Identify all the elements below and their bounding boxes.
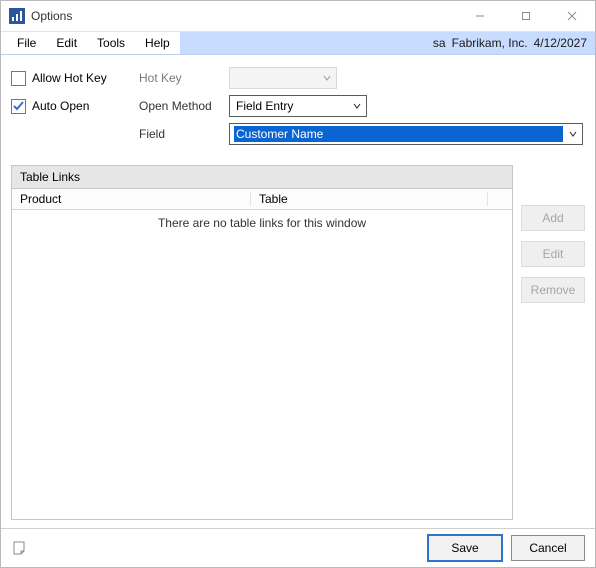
table-links-box: Table Links Product Table There are no t… bbox=[11, 165, 513, 520]
open-method-label: Open Method bbox=[139, 99, 229, 113]
chevron-down-icon bbox=[563, 130, 582, 138]
checkbox-icon bbox=[11, 71, 26, 86]
field-value: Customer Name bbox=[234, 126, 563, 142]
titlebar: Options bbox=[1, 1, 595, 32]
app-icon bbox=[9, 8, 25, 24]
column-header-table[interactable]: Table bbox=[251, 192, 488, 206]
add-button[interactable]: Add bbox=[521, 205, 585, 231]
content-area: Allow Hot Key Hot Key Auto Open Open Met… bbox=[1, 55, 595, 528]
allow-hot-key-checkbox[interactable]: Allow Hot Key bbox=[11, 71, 139, 86]
remove-button[interactable]: Remove bbox=[521, 277, 585, 303]
maximize-button[interactable] bbox=[503, 1, 549, 31]
menu-tools[interactable]: Tools bbox=[87, 34, 135, 52]
hot-key-combo bbox=[229, 67, 337, 89]
table-links-area: Table Links Product Table There are no t… bbox=[11, 165, 585, 520]
hot-key-label: Hot Key bbox=[139, 71, 229, 85]
cancel-button[interactable]: Cancel bbox=[511, 535, 585, 561]
menu-bar: File Edit Tools Help bbox=[1, 32, 180, 54]
row-allow-hot-key: Allow Hot Key Hot Key bbox=[11, 67, 585, 89]
chevron-down-icon bbox=[347, 102, 366, 110]
column-header-product[interactable]: Product bbox=[12, 192, 251, 206]
status-strip: sa Fabrikam, Inc. 4/12/2027 bbox=[427, 32, 595, 54]
edit-button[interactable]: Edit bbox=[521, 241, 585, 267]
menu-file[interactable]: File bbox=[7, 34, 46, 52]
table-links-caption: Table Links bbox=[12, 166, 512, 189]
footer-bar: Save Cancel bbox=[1, 528, 595, 567]
row-field: Field Customer Name bbox=[11, 123, 585, 145]
auto-open-label: Auto Open bbox=[32, 100, 89, 112]
status-user: sa bbox=[433, 36, 446, 50]
menu-edit[interactable]: Edit bbox=[46, 34, 87, 52]
chevron-down-icon bbox=[317, 74, 336, 82]
close-button[interactable] bbox=[549, 1, 595, 31]
status-company: Fabrikam, Inc. bbox=[452, 36, 528, 50]
allow-hot-key-label: Allow Hot Key bbox=[32, 72, 107, 84]
open-method-combo[interactable]: Field Entry bbox=[229, 95, 367, 117]
note-icon[interactable] bbox=[11, 539, 29, 557]
menu-strip: File Edit Tools Help sa Fabrikam, Inc. 4… bbox=[1, 32, 595, 55]
table-empty-message: There are no table links for this window bbox=[12, 210, 512, 230]
save-button[interactable]: Save bbox=[427, 534, 503, 562]
menu-help[interactable]: Help bbox=[135, 34, 180, 52]
window-title: Options bbox=[31, 9, 72, 23]
field-label: Field bbox=[139, 127, 229, 141]
row-auto-open: Auto Open Open Method Field Entry bbox=[11, 95, 585, 117]
field-combo[interactable]: Customer Name bbox=[229, 123, 583, 145]
auto-open-checkbox[interactable]: Auto Open bbox=[11, 99, 139, 114]
checkbox-icon bbox=[11, 99, 26, 114]
open-method-value: Field Entry bbox=[236, 99, 347, 113]
table-header-row: Product Table bbox=[12, 189, 512, 210]
minimize-button[interactable] bbox=[457, 1, 503, 31]
status-date: 4/12/2027 bbox=[534, 36, 587, 50]
table-side-buttons: Add Edit Remove bbox=[521, 165, 585, 520]
options-window: Options File Edit Tools Help sa Fabrikam… bbox=[0, 0, 596, 568]
